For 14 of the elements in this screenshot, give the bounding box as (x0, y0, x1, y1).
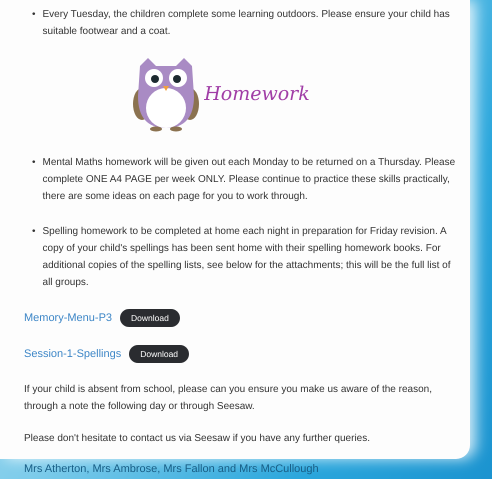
download-button[interactable]: Download (120, 309, 180, 327)
paragraph-text: Please don't hesitate to contact us via Seesaw if you have any further queries. (24, 432, 372, 446)
download-button[interactable]: Download (129, 345, 190, 363)
bullet-marker: • (32, 225, 36, 239)
bullet-text: Mental Maths homework will be given out each Monday to be returned on a Thursday. Please complete ONE A4 PAGE per week ONLY. Please continue to practice these skills practically, there are some ideas on each page for you to work through. (42, 156, 456, 204)
attachment-link[interactable]: Memory-Menu-P3 (24, 312, 112, 324)
bullet-marker: • (32, 156, 36, 170)
attachment-link[interactable]: Session-1-Spellings (24, 348, 122, 360)
paragraph-text: If your child is absent from school, please can you ensure you make us aware of the reason, through a note the following day or through Seesaw. (24, 383, 433, 414)
homework-title: Homework (204, 83, 310, 105)
signature-text: Mrs Atherton, Mrs Ambrose, Mrs Fallon and Mrs McCullough (23, 462, 320, 475)
bullet-text: Spelling homework to be completed at home each night in preparation for Friday revision. A copy of your child's spellings has been sent home with their spelling homework books. For additional copies of the spelling lists, see below for the attachments; this will be the full list of all groups. (42, 225, 452, 290)
bullet-text: Every Tuesday, the children complete some learning outdoors. Please ensure your child has suitable footwear and a coat. (42, 8, 451, 39)
bullet-marker: • (32, 8, 36, 22)
